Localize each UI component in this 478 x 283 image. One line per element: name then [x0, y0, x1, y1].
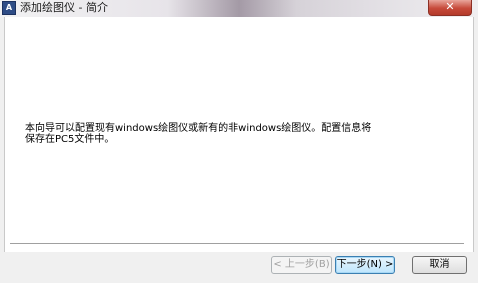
window-title: 添加绘图仪 - 简介	[20, 1, 108, 14]
button-separator	[10, 243, 464, 245]
close-icon: ✕	[445, 0, 455, 13]
intro-description: 本向导可以配置现有windows绘图仪或新有的非windows绘图仪。配置信息将…	[25, 123, 425, 145]
next-button[interactable]: 下一步(N) >	[335, 256, 395, 274]
back-button[interactable]: < 上一步(B)	[271, 256, 332, 274]
description-line-2: 保存在PC5文件中。	[25, 134, 115, 145]
plotter-app-icon: A	[2, 1, 16, 15]
description-line-1: 本向导可以配置现有windows绘图仪或新有的非windows绘图仪。配置信息将	[25, 123, 372, 134]
title-bar[interactable]: A 添加绘图仪 - 简介 ✕	[0, 0, 478, 17]
close-button[interactable]: ✕	[428, 0, 472, 16]
add-plotter-dialog: A 添加绘图仪 - 简介 ✕ 本向导可以配置现有windows绘图仪或新有的非w…	[0, 0, 478, 283]
cancel-button[interactable]: 取消	[412, 256, 467, 274]
wizard-content-panel: 本向导可以配置现有windows绘图仪或新有的非windows绘图仪。配置信息将…	[4, 17, 474, 252]
